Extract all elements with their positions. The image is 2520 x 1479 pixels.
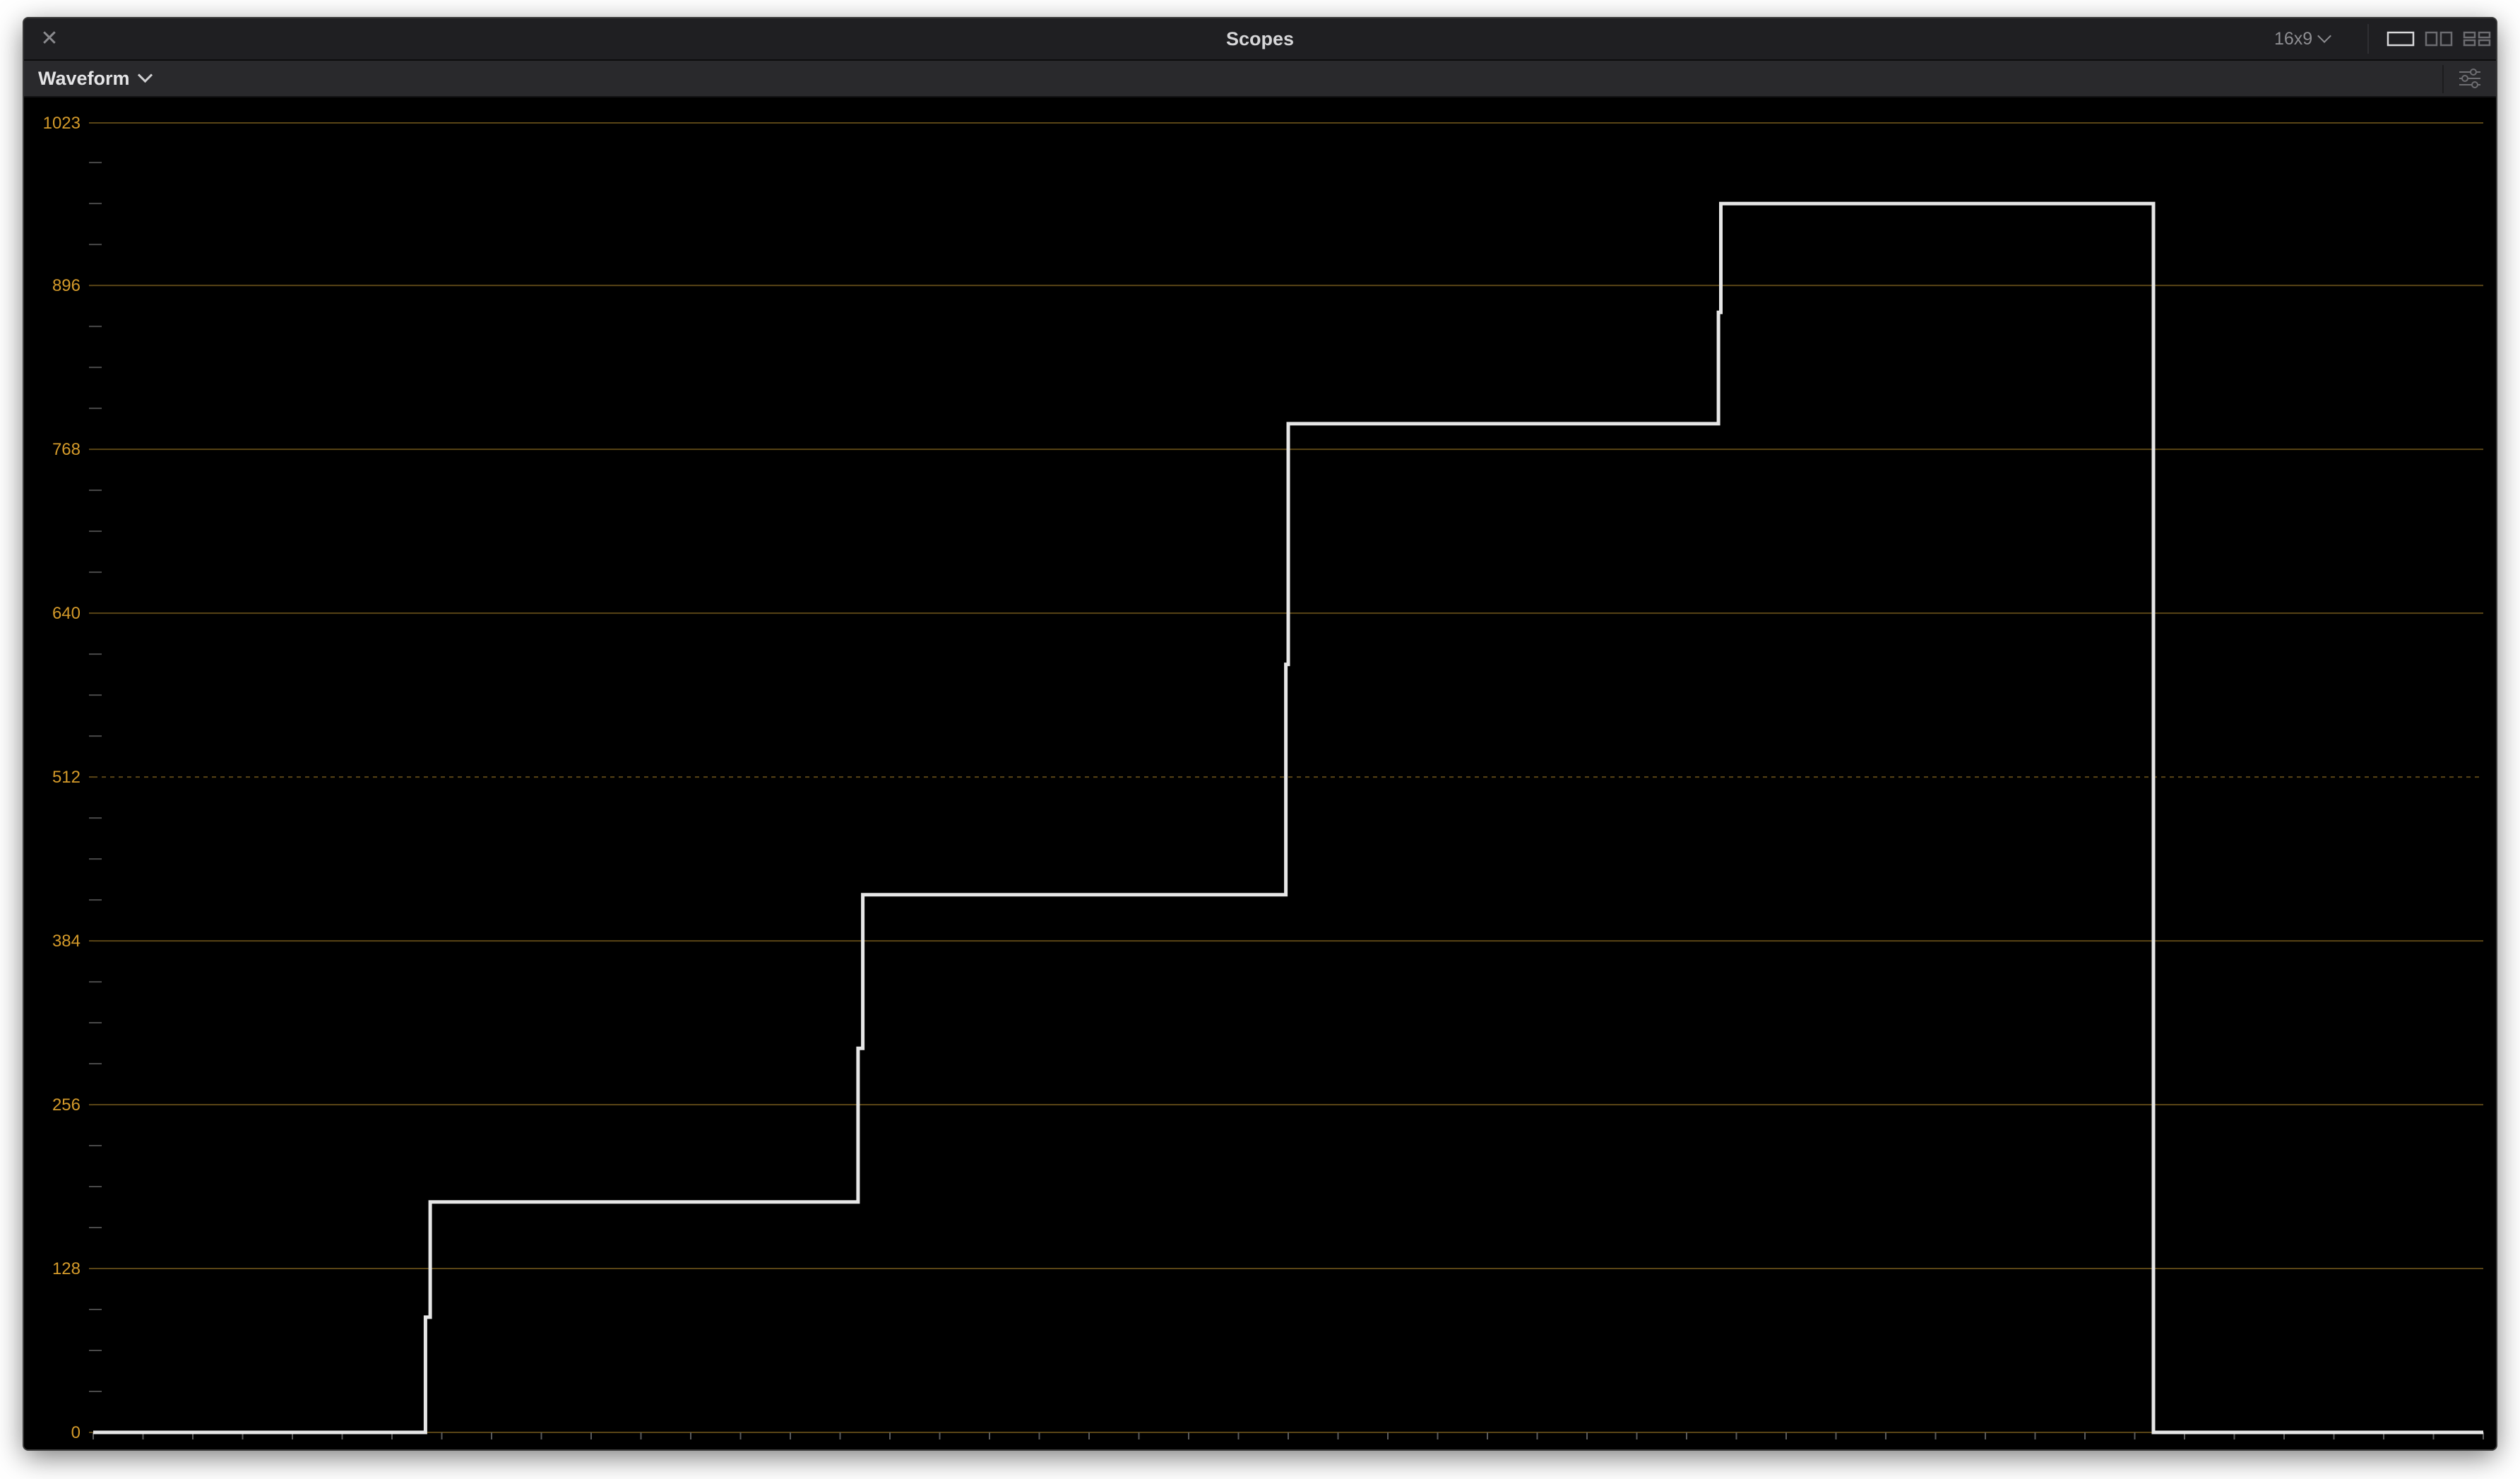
aspect-ratio-label: 16x9	[2274, 29, 2313, 49]
y-tick-label: 128	[52, 1259, 81, 1278]
divider	[2367, 24, 2369, 54]
y-tick-label: 256	[52, 1095, 81, 1115]
single-view-layout-icon	[2387, 31, 2415, 47]
y-tick-label: 768	[52, 440, 81, 459]
scope-mode-label: Waveform	[38, 68, 130, 89]
waveform-scope: 0 128 256 384 512 640 768 896 1023	[24, 97, 2496, 1449]
waveform-graticule: 0 128 256 384 512 640 768 896 1023	[43, 114, 2484, 1442]
quad-view-layout-icon	[2463, 31, 2491, 47]
title-bar: ✕ Scopes 16x9	[24, 18, 2496, 61]
divider	[2442, 65, 2444, 93]
single-view-layout-button[interactable]	[2386, 30, 2415, 47]
aspect-ratio-dropdown[interactable]: 16x9	[2274, 18, 2332, 59]
dual-view-layout-button[interactable]	[2424, 30, 2454, 47]
quad-view-layout-button[interactable]	[2462, 30, 2492, 47]
y-tick-label: 384	[52, 932, 81, 951]
y-tick-label: 896	[52, 276, 81, 295]
scope-settings-button[interactable]	[2458, 68, 2482, 89]
sliders-icon	[2459, 69, 2480, 88]
y-tick-label: 1023	[43, 114, 81, 133]
dual-view-layout-icon	[2425, 31, 2453, 47]
scope-mode-dropdown[interactable]: Waveform	[38, 61, 153, 96]
chevron-down-icon	[137, 67, 153, 83]
y-tick-label: 0	[71, 1423, 81, 1442]
y-tick-label: 640	[52, 604, 81, 623]
waveform-trace	[93, 201, 2483, 1435]
scopes-window: ✕ Scopes 16x9 Waveform 0 128 256 384 512…	[24, 18, 2496, 1449]
y-tick-label: 512	[52, 768, 81, 787]
window-title: Scopes	[1225, 28, 1295, 49]
scope-toolbar: Waveform	[24, 61, 2496, 97]
chevron-down-icon	[2317, 29, 2332, 43]
